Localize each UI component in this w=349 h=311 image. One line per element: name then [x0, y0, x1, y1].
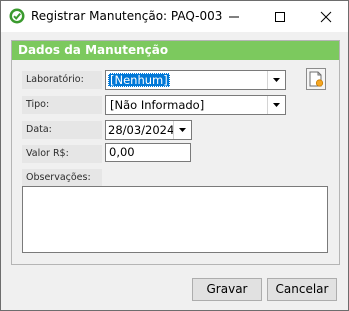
save-button[interactable]: Gravar — [192, 278, 262, 301]
panel-header-title: Dados da Manutenção — [18, 43, 169, 57]
maximize-button[interactable] — [257, 1, 303, 32]
add-laboratorio-button[interactable] — [306, 68, 326, 90]
tipo-dropdown-button[interactable] — [267, 96, 285, 114]
laboratorio-label: Laboratório: — [22, 71, 102, 89]
observacoes-textarea[interactable] — [22, 186, 328, 253]
tipo-combo[interactable]: [Não Informado] — [105, 95, 286, 115]
panel-header: Dados da Manutenção — [12, 41, 339, 60]
maximize-icon — [275, 12, 285, 22]
cancel-button[interactable]: Cancelar — [267, 278, 337, 301]
tipo-value: [Não Informado] — [110, 98, 205, 112]
maintenance-data-panel: Dados da Manutenção Laboratório: [Nenhum… — [11, 40, 340, 265]
valor-input[interactable]: 0,00 — [105, 143, 191, 162]
laboratorio-dropdown-button[interactable] — [267, 71, 285, 89]
laboratorio-combo[interactable]: [Nenhum] — [105, 70, 286, 90]
laboratorio-value: [Nenhum] — [108, 73, 170, 87]
new-document-icon — [309, 71, 324, 87]
title-bar[interactable]: Registrar Manutenção: PAQ-003 — [1, 1, 348, 32]
tipo-label: Tipo: — [22, 96, 102, 114]
close-button[interactable] — [303, 1, 348, 32]
dialog-window: Registrar Manutenção: PAQ-003 Dados da M… — [0, 0, 349, 311]
close-icon — [320, 11, 332, 23]
chevron-down-icon — [273, 103, 280, 107]
data-dropdown-button[interactable] — [173, 121, 191, 139]
data-label: Data: — [22, 121, 102, 139]
observacoes-label: Observações: — [22, 169, 102, 187]
window-title: Registrar Manutenção: PAQ-003 — [31, 9, 223, 23]
valor-label: Valor R$: — [22, 145, 102, 163]
chevron-down-icon — [273, 78, 280, 82]
minimize-button[interactable] — [211, 1, 257, 32]
data-value: 28/03/2024 — [108, 123, 175, 137]
data-datepicker[interactable]: 28/03/2024 — [105, 120, 192, 140]
app-icon — [9, 8, 25, 24]
chevron-down-icon — [179, 128, 186, 132]
minimize-icon — [229, 16, 239, 18]
